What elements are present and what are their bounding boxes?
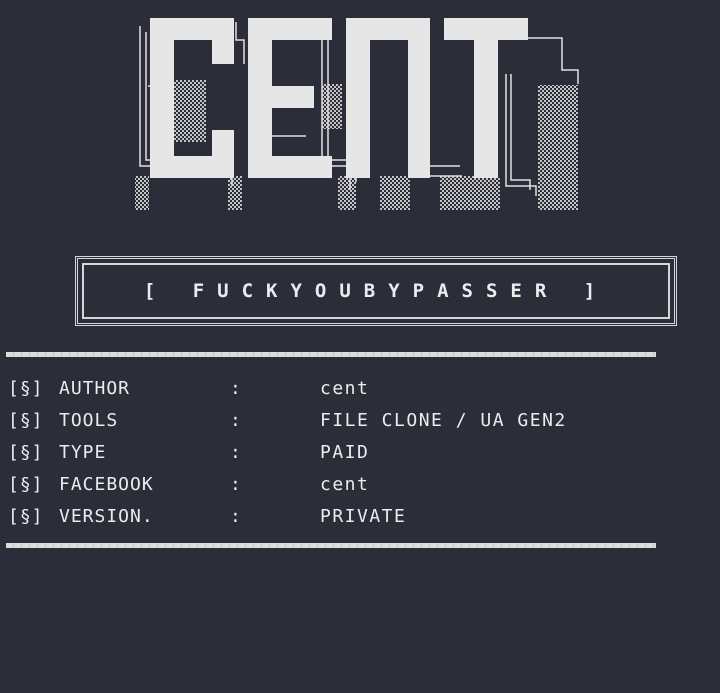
row-separator: :: [230, 474, 241, 495]
row-bullet: [§]: [8, 474, 44, 495]
info-row-facebook: [§] FACEBOOK : cent: [0, 469, 720, 501]
row-separator: :: [230, 442, 241, 463]
row-value: PAID: [320, 442, 370, 463]
banner-frame: [ FUCKYOUBYPASSER ]: [75, 256, 677, 326]
row-bullet: [§]: [8, 506, 44, 527]
row-key: TYPE: [59, 442, 107, 463]
row-bullet: [§]: [8, 410, 44, 431]
row-key: AUTHOR: [59, 378, 131, 399]
info-row-type: [§] TYPE : PAID: [0, 437, 720, 469]
info-list: [§] AUTHOR : cent [§] TOOLS : FILE CLONE…: [0, 373, 720, 533]
row-key: VERSION.: [59, 506, 154, 527]
row-separator: :: [230, 378, 241, 399]
cent-ascii-logo: [135, 18, 579, 210]
row-separator: :: [230, 506, 241, 527]
row-key: FACEBOOK: [59, 474, 154, 495]
row-bullet: [§]: [8, 378, 44, 399]
row-value: cent: [320, 474, 370, 495]
row-value: PRIVATE: [320, 506, 407, 527]
row-separator: :: [230, 410, 241, 431]
divider-top: [6, 352, 656, 357]
divider-bottom: [6, 543, 656, 548]
row-value: FILE CLONE / UA GEN2: [320, 410, 567, 431]
row-value: cent: [320, 378, 370, 399]
banner-title: [ FUCKYOUBYPASSER ]: [143, 280, 609, 302]
info-row-version: [§] VERSION. : PRIVATE: [0, 501, 720, 533]
row-bullet: [§]: [8, 442, 44, 463]
info-row-tools: [§] TOOLS : FILE CLONE / UA GEN2: [0, 405, 720, 437]
info-row-author: [§] AUTHOR : cent: [0, 373, 720, 405]
row-key: TOOLS: [59, 410, 119, 431]
